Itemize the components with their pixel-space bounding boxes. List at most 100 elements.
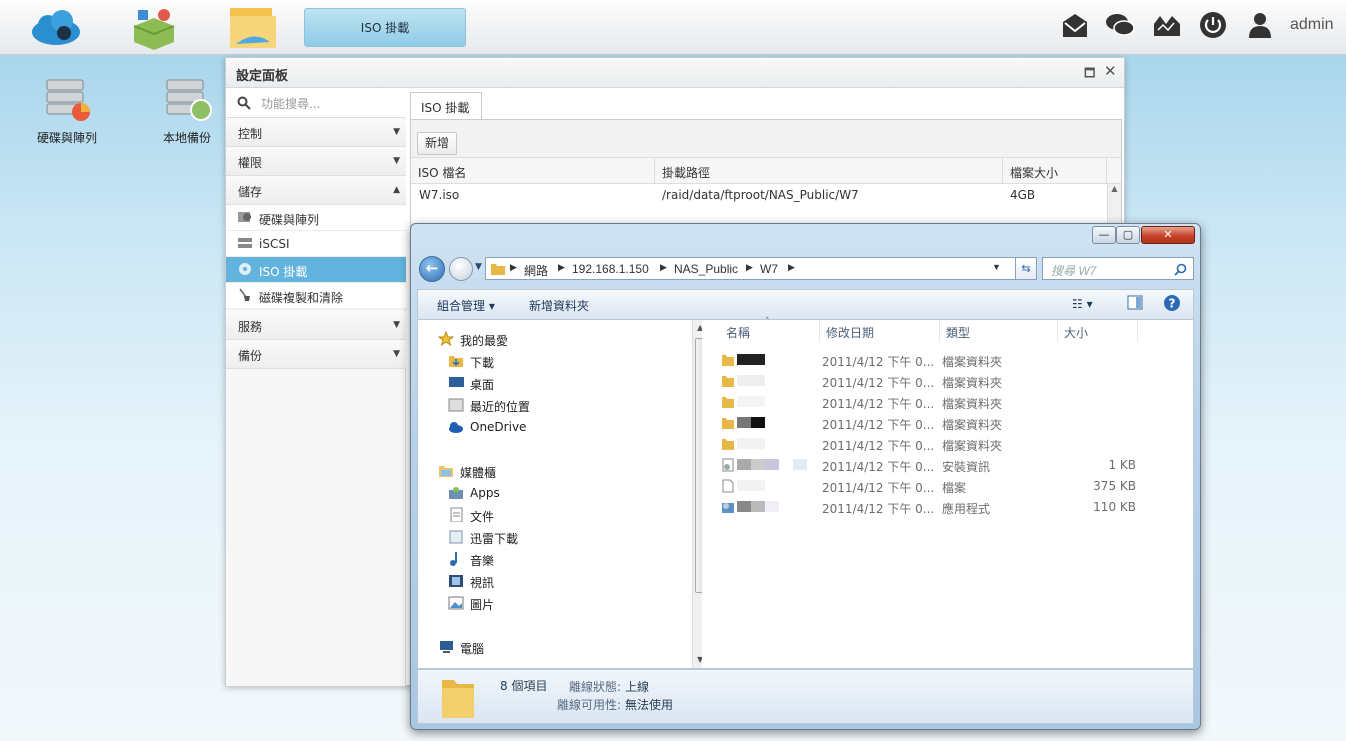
- tree-item-downloads[interactable]: 下載: [449, 354, 494, 371]
- active-app-tab[interactable]: ISO 掛載: [304, 8, 466, 47]
- file-row[interactable]: 2011/4/12 下午 0... 檔案資料夾: [702, 434, 1192, 455]
- column-type[interactable]: 類型: [940, 320, 1058, 342]
- nav-group-label: 備份: [238, 349, 263, 363]
- command-bar: 組合管理 ▾ 新增資料夾 ☷ ▾ ?: [417, 289, 1194, 319]
- file-row[interactable]: 2011/4/12 下午 0... 安裝資訊 1 KB: [702, 455, 1192, 476]
- top-bar: ISO 掛載 admin: [0, 0, 1346, 55]
- address-bar[interactable]: ▶ 網路 ▶ 192.168.1.150 ▶ NAS_Public ▶ W7 ▶…: [485, 257, 1030, 280]
- desktop-icon-disk-array[interactable]: 硬碟與陣列: [22, 78, 112, 146]
- preview-pane-icon[interactable]: [1127, 295, 1143, 313]
- iso-filename-cell[interactable]: W7.iso: [419, 188, 459, 202]
- thunder-folder-icon: [449, 530, 463, 544]
- local-backup-icon: [166, 79, 212, 121]
- breadcrumb-item[interactable]: W7: [760, 262, 778, 276]
- column-header[interactable]: 檔案大小: [1003, 158, 1107, 184]
- nav-item-iso-mount[interactable]: ISO 掛載: [226, 257, 406, 283]
- tree-item-videos[interactable]: 視訊: [449, 574, 494, 591]
- iso-path-cell: /raid/data/ftproot/NAS_Public/W7: [662, 188, 859, 202]
- broom-icon: [239, 288, 250, 301]
- nav-group-control[interactable]: 控制 ▼: [226, 118, 406, 147]
- breadcrumb-separator: ▶: [788, 262, 795, 272]
- history-dropdown-icon[interactable]: ▼: [475, 262, 482, 272]
- tree-item-recent[interactable]: 最近的位置: [448, 398, 530, 415]
- explorer-window: — ▢ ✕ ← ▼ ▶ 網路 ▶ 192.168.1.150 ▶ NAS_Pub…: [410, 223, 1201, 730]
- window-close-button[interactable]: ✕: [1141, 226, 1195, 244]
- chat-icon[interactable]: [1105, 10, 1135, 40]
- breadcrumb-item[interactable]: 192.168.1.150: [572, 262, 649, 276]
- new-folder-button[interactable]: 新增資料夾: [529, 297, 589, 314]
- close-icon[interactable]: ✕: [1104, 62, 1117, 80]
- tree-computer[interactable]: 電腦: [440, 640, 484, 657]
- organize-button[interactable]: 組合管理 ▾: [437, 297, 495, 314]
- tree-item-apps[interactable]: Apps: [449, 486, 500, 500]
- tree-libraries[interactable]: 媒體櫃: [439, 464, 496, 481]
- cloud-app-icon[interactable]: [28, 6, 84, 50]
- power-icon[interactable]: [1198, 10, 1228, 40]
- monitor-icon[interactable]: [1152, 10, 1182, 40]
- minimize-button[interactable]: —: [1092, 226, 1116, 244]
- breadcrumb-item[interactable]: NAS_Public: [674, 262, 738, 276]
- file-row[interactable]: 2011/4/12 下午 0... 檔案資料夾: [702, 371, 1192, 392]
- help-icon[interactable]: ?: [1163, 294, 1181, 315]
- application-icon: [722, 503, 734, 513]
- maximize-icon[interactable]: 🗖: [1084, 64, 1095, 85]
- star-icon: [438, 331, 454, 346]
- column-size[interactable]: 大小: [1058, 320, 1138, 342]
- maximize-button[interactable]: ▢: [1116, 226, 1140, 244]
- tab-iso-mount[interactable]: ISO 掛載: [410, 92, 482, 120]
- function-search[interactable]: 功能搜尋...: [226, 88, 406, 118]
- disk-icon: [238, 212, 251, 222]
- breadcrumb-item[interactable]: 網路: [524, 262, 548, 279]
- breadcrumb-separator: ▶: [510, 262, 517, 272]
- username-label[interactable]: admin: [1290, 16, 1334, 34]
- tree-item-thunder-downloads[interactable]: 迅雷下載: [449, 530, 518, 547]
- nav-item-iscsi[interactable]: iSCSI: [226, 231, 406, 257]
- nav-group-permission[interactable]: 權限 ▼: [226, 147, 406, 176]
- item-count: 8 個項目: [500, 679, 548, 693]
- explorer-search-input[interactable]: 搜尋 W7: [1042, 257, 1194, 280]
- file-row[interactable]: 2011/4/12 下午 0... 應用程式 110 KB: [702, 497, 1192, 518]
- column-modified[interactable]: 修改日期: [820, 320, 940, 342]
- nav-group-storage[interactable]: 儲存 ▲: [226, 176, 406, 205]
- nav-group-service[interactable]: 服務 ▼: [226, 311, 406, 340]
- address-dropdown-icon[interactable]: ▼: [992, 262, 1001, 272]
- nav-group-backup[interactable]: 備份 ▼: [226, 340, 406, 369]
- column-header[interactable]: ISO 檔名: [411, 158, 655, 184]
- file-row[interactable]: 2011/4/12 下午 0... 檔案資料夾: [702, 392, 1192, 413]
- nav-item-disk-clone[interactable]: 磁碟複製和清除: [226, 283, 406, 309]
- forward-button[interactable]: [449, 257, 473, 281]
- nav-group-label: 服務: [238, 320, 263, 334]
- file-icon: [722, 479, 734, 493]
- refresh-button[interactable]: ⇆: [1015, 257, 1037, 280]
- settings-titlebar: 設定面板 🗖 ✕: [226, 58, 1124, 88]
- search-placeholder: 搜尋 W7: [1051, 264, 1097, 278]
- tree-item-desktop[interactable]: 桌面: [449, 376, 494, 393]
- nav-group-label: 控制: [238, 127, 263, 141]
- mail-icon[interactable]: [1060, 10, 1090, 40]
- nav-item-label: iSCSI: [259, 237, 290, 251]
- app-center-icon[interactable]: [126, 6, 182, 50]
- desktop-icon-local-backup[interactable]: 本地備份: [142, 78, 232, 146]
- user-icon[interactable]: [1245, 10, 1275, 40]
- file-row[interactable]: 2011/4/12 下午 0... 檔案資料夾: [702, 413, 1192, 434]
- file-row[interactable]: 2011/4/12 下午 0... 檔案 375 KB: [702, 476, 1192, 497]
- breadcrumb-separator: ▶: [558, 262, 565, 272]
- folder-icon: [722, 397, 734, 408]
- nav-item-disk-array[interactable]: 硬碟與陣列: [226, 205, 406, 231]
- column-name[interactable]: 名稱: [720, 320, 820, 342]
- view-options-icon[interactable]: ☷ ▾: [1072, 297, 1093, 311]
- file-row[interactable]: 2011/4/12 下午 0... 檔案資料夾: [702, 350, 1192, 371]
- tree-item-documents[interactable]: 文件: [450, 507, 494, 525]
- column-header[interactable]: 掛載路徑: [655, 158, 1003, 184]
- tree-favorites[interactable]: 我的最愛: [438, 331, 508, 349]
- file-manager-icon[interactable]: [226, 6, 282, 50]
- folder-icon: [722, 439, 734, 450]
- nav-group-label: 儲存: [238, 185, 263, 199]
- tree-item-onedrive[interactable]: OneDrive: [449, 420, 526, 434]
- add-button[interactable]: 新增: [417, 132, 457, 155]
- folder-icon: [722, 418, 734, 429]
- file-list: 名稱 ˄ 修改日期 類型 大小 2011/4/12 下午 0... 檔案資料夾 2…: [702, 317, 1194, 669]
- tree-item-music[interactable]: 音樂: [450, 552, 494, 569]
- back-button[interactable]: ←: [419, 256, 445, 282]
- tree-item-pictures[interactable]: 圖片: [448, 596, 494, 613]
